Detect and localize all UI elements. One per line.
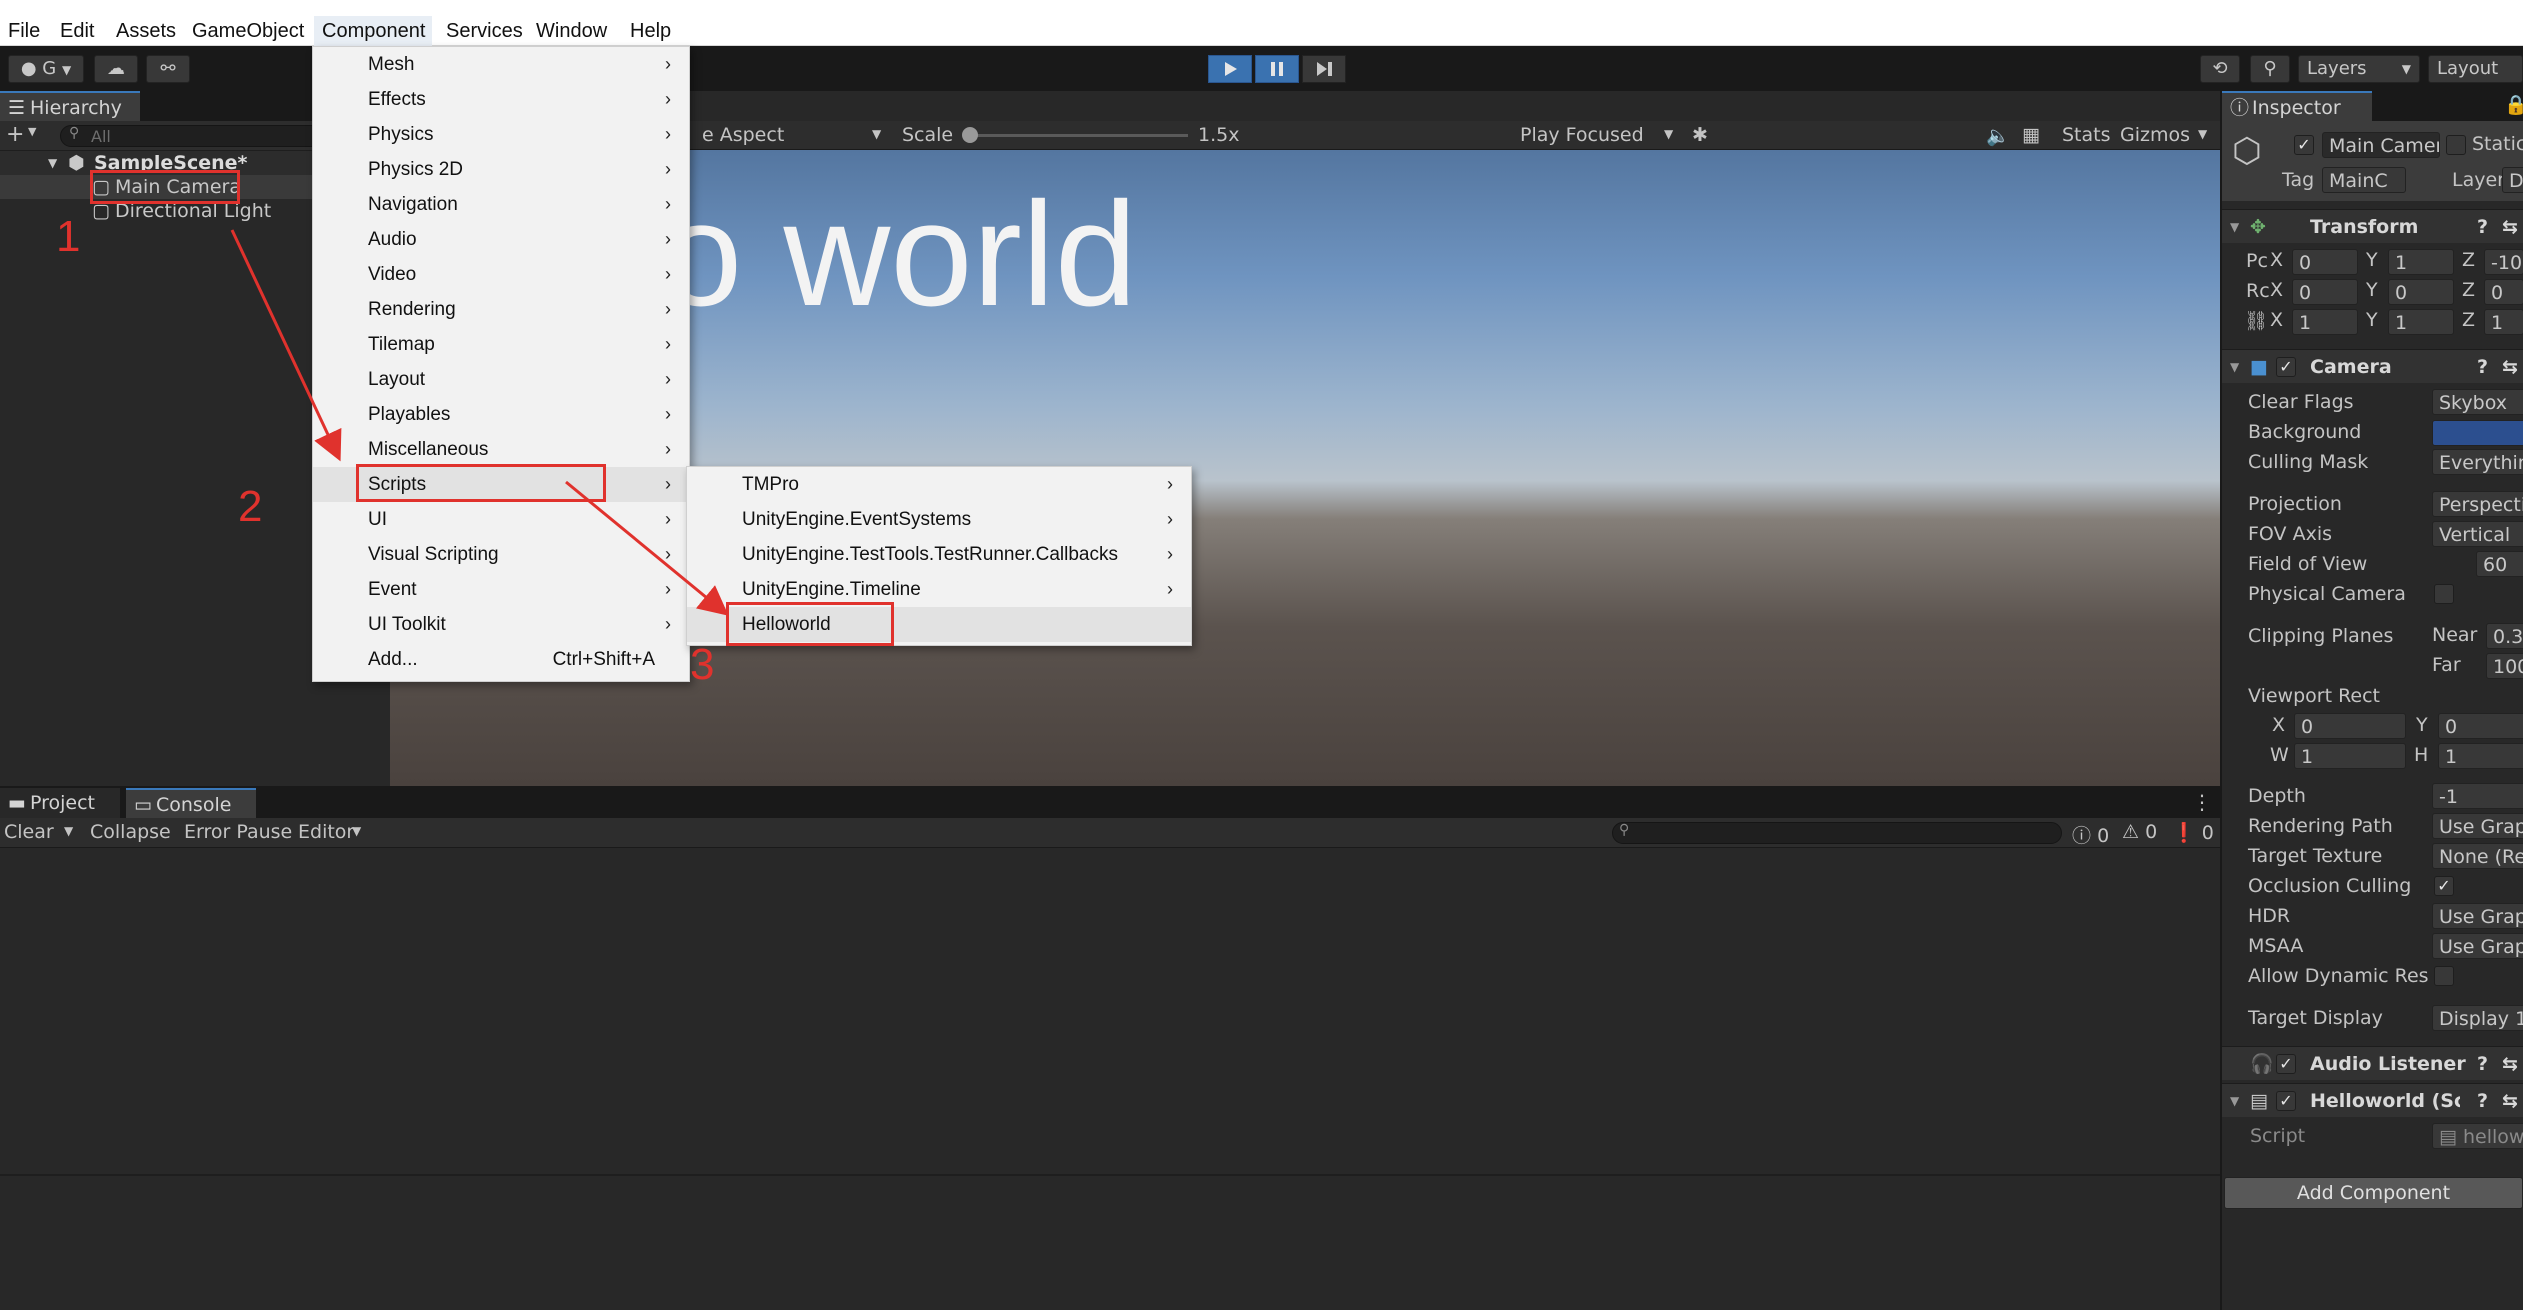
annotation-arrow-2-to-3 (565, 480, 729, 616)
annotation-arrows (230, 229, 729, 616)
annotation-arrow-1-to-2 (230, 229, 342, 462)
